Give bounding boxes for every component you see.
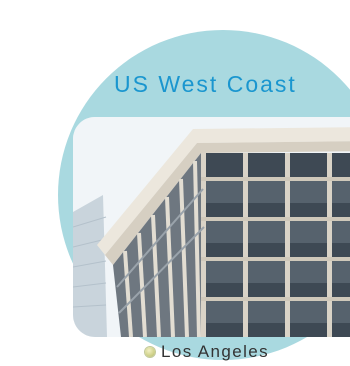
location-label: Los Angeles [161,342,270,361]
location-caption: Los Angeles [145,342,269,362]
region-title: US West Coast [114,71,297,97]
circle-bullet-icon [145,347,155,357]
region-card: US West Coast Los Angeles [0,0,350,366]
office-building-photo [73,117,350,337]
